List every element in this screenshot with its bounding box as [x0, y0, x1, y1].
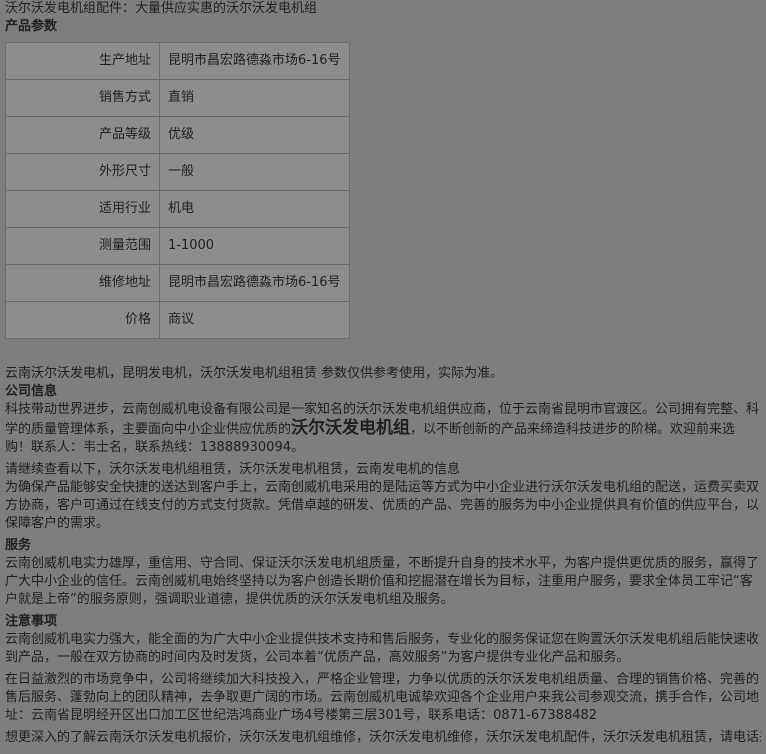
params-row: 维修地址 昆明市昌宏路德淼市场6-16号: [5, 264, 350, 302]
params-row: 测量范围 1-1000: [5, 227, 350, 265]
article: 沃尔沃发电机组配件：大量供应实惠的沃尔沃发电机组 产品参数 生产地址 昆明市昌宏路…: [0, 0, 766, 747]
service-heading: 服务: [5, 538, 32, 553]
param-value: 商议: [159, 301, 350, 339]
param-value: 机电: [159, 190, 350, 228]
params-table: 生产地址 昆明市昌宏路德淼市场6-16号 销售方式 直销 产品等级 优级 外形尺寸 一般 适用行…: [5, 42, 350, 339]
param-key: 价格: [5, 301, 160, 339]
notice-heading: 注意事项: [5, 614, 58, 629]
params-note: 云南沃尔沃发电机，昆明发电机，沃尔沃发电机组租赁 参数仅供参考使用，实际为准。: [5, 366, 504, 381]
param-key: 适用行业: [5, 190, 160, 228]
params-row: 生产地址 昆明市昌宏路德淼市场6-16号: [5, 42, 350, 80]
param-value: 1-1000: [159, 227, 350, 265]
notice-paragraph-1: 云南创威机电实力强大，能全面的为广大中小企业提供技术支持和售后服务，专业化的服务…: [5, 632, 760, 665]
service-paragraph: 云南创威机电实力雄厚，重信用、守合同、保证沃尔沃发电机组质量，不断提升自身的技术…: [5, 556, 760, 607]
company-heading: 公司信息: [5, 384, 58, 399]
page-title: 沃尔沃发电机组配件：大量供应实惠的沃尔沃发电机组: [5, 1, 318, 16]
param-key: 产品等级: [5, 116, 160, 154]
delivery-paragraph: 为确保产品能够安全快捷的送达到客户手上，云南创威机电采用的是陆运等方式为中小企业…: [5, 480, 760, 531]
param-value: 昆明市昌宏路德淼市场6-16号: [159, 264, 350, 302]
param-value: 昆明市昌宏路德淼市场6-16号: [159, 42, 350, 80]
continue-line: 请继续查看以下，沃尔沃发电机组租赁，沃尔沃发电机租赁，云南发电机的信息: [5, 462, 461, 477]
product-highlight: 沃尔沃发电机组: [291, 418, 411, 438]
param-value: 优级: [159, 116, 350, 154]
param-key: 销售方式: [5, 79, 160, 117]
params-row: 外形尺寸 一般: [5, 153, 350, 191]
params-row: 销售方式 直销: [5, 79, 350, 117]
param-key: 外形尺寸: [5, 153, 160, 191]
params-heading: 产品参数: [5, 19, 58, 34]
params-row: 价格 商议: [5, 301, 350, 339]
params-row: 产品等级 优级: [5, 116, 350, 154]
company-intro: 科技带动世界进步，云南创威机电设备有限公司是一家知名的沃尔沃发电机组供应商，位于…: [5, 401, 761, 457]
param-key: 测量范围: [5, 227, 160, 265]
param-value: 一般: [159, 153, 350, 191]
param-key: 生产地址: [5, 42, 160, 80]
notice-paragraph-2: 在日益激烈的市场竞争中，公司将继续加大科技投入，严格企业管理，力争以优质的沃尔沃…: [5, 672, 760, 723]
notice-paragraph-3: 想更深入的了解云南沃尔沃发电机报价，沃尔沃发电机组维修，沃尔沃发电机维修，沃尔沃…: [5, 730, 761, 745]
param-key: 维修地址: [5, 264, 160, 302]
params-row: 适用行业 机电: [5, 190, 350, 228]
param-value: 直销: [159, 79, 350, 117]
